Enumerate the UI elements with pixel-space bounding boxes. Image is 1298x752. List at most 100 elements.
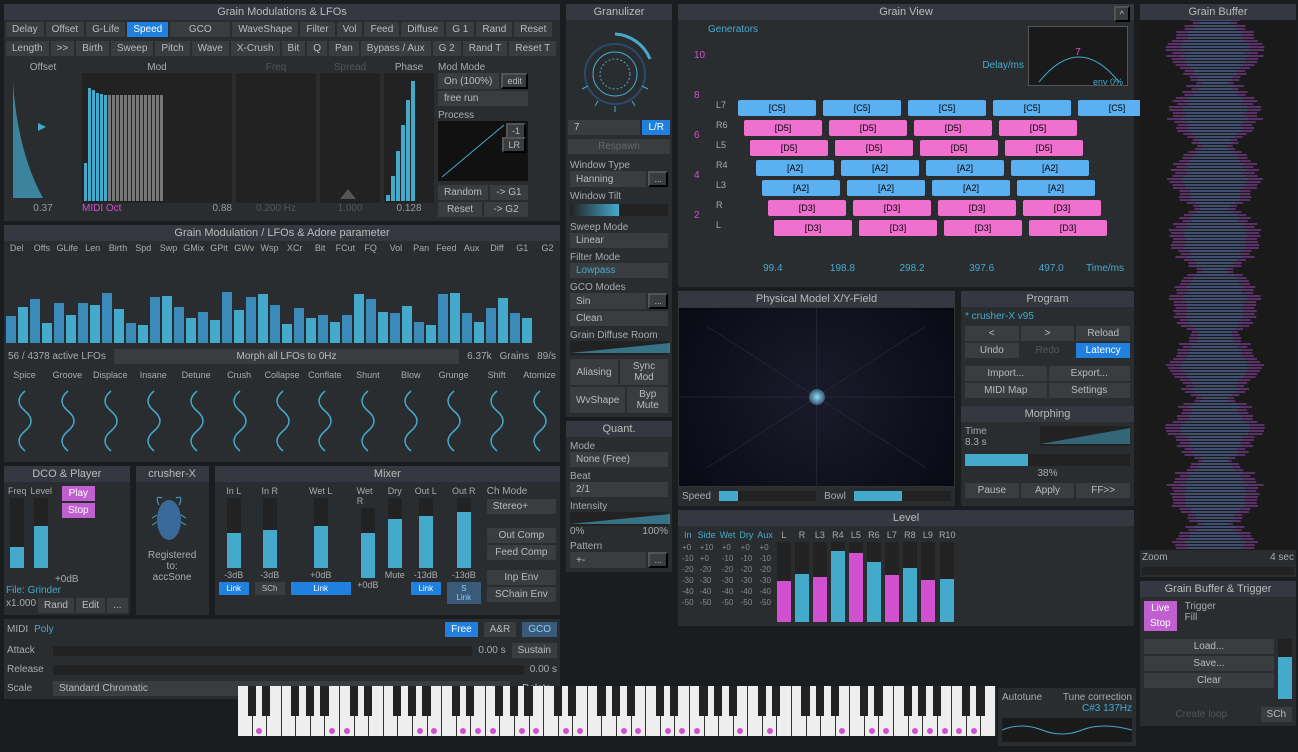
btn-q[interactable]: Q: [307, 41, 327, 56]
zoom-slider[interactable]: [1142, 567, 1294, 575]
speed-slider[interactable]: [719, 491, 816, 501]
grain-block[interactable]: [C5]: [738, 100, 816, 116]
btn-tog2[interactable]: -> G2: [484, 202, 528, 217]
preset-name[interactable]: * crusher-X v95: [965, 311, 1130, 322]
grain-block[interactable]: [D3]: [938, 200, 1016, 216]
aliasing-btn[interactable]: Aliasing: [570, 359, 618, 385]
btn-rand[interactable]: Rand: [476, 22, 512, 37]
grain-block[interactable]: [D5]: [1005, 140, 1083, 156]
dco-level-fader[interactable]: [34, 498, 48, 568]
create-loop[interactable]: Create loop: [1144, 707, 1259, 722]
btn-g2[interactable]: G 2: [433, 41, 461, 56]
sustain-btn[interactable]: Sustain: [512, 643, 557, 658]
offset-control[interactable]: Offset 0.37: [8, 62, 78, 217]
btn-delay[interactable]: Delay: [6, 22, 44, 37]
btn-wave[interactable]: Wave: [192, 41, 229, 56]
dco-edit[interactable]: Edit: [76, 598, 105, 613]
filter-lowpass[interactable]: Lowpass: [570, 263, 668, 278]
btn-sweep[interactable]: Sweep: [111, 41, 154, 56]
window-more[interactable]: ...: [648, 171, 668, 187]
phase-control[interactable]: Phase 0.128: [384, 62, 434, 217]
out-comp[interactable]: Out Comp: [487, 528, 556, 543]
inp-env[interactable]: Inp Env: [487, 570, 556, 585]
grain-block[interactable]: [A2]: [932, 180, 1010, 196]
btn-reset[interactable]: Reset: [514, 22, 552, 37]
btn-tog1[interactable]: -> G1: [490, 185, 528, 200]
prog-import[interactable]: Import...: [965, 366, 1047, 381]
attack-slider[interactable]: [53, 646, 472, 656]
mixer-fader-0[interactable]: [227, 498, 241, 568]
xy-field[interactable]: [678, 307, 955, 487]
morph-ff[interactable]: FF>>: [1076, 483, 1130, 498]
morph-btn[interactable]: Morph all LFOs to 0Hz: [114, 349, 459, 364]
midi-gco[interactable]: GCO: [522, 622, 557, 637]
btn-vol[interactable]: Vol: [337, 22, 363, 37]
grain-block[interactable]: [A2]: [926, 160, 1004, 176]
trig-save[interactable]: Save...: [1144, 656, 1274, 671]
prog-next[interactable]: >: [1021, 326, 1075, 341]
quant-pattern[interactable]: +-: [570, 552, 646, 568]
btn-reset2[interactable]: Reset: [438, 202, 482, 217]
grain-block[interactable]: [D5]: [835, 140, 913, 156]
grain-block[interactable]: [C5]: [993, 100, 1071, 116]
btn-pitch[interactable]: Pitch: [155, 41, 189, 56]
mixer-fader-4[interactable]: [388, 498, 402, 568]
prog-undo[interactable]: Undo: [965, 343, 1019, 358]
prog-reload[interactable]: Reload: [1076, 326, 1130, 341]
btn-waveshape[interactable]: WaveShape: [232, 22, 298, 37]
sweep-linear[interactable]: Linear: [570, 233, 668, 248]
grain-block[interactable]: [D3]: [1029, 220, 1107, 236]
process-graph[interactable]: -1 LR: [438, 121, 528, 181]
prog-latency[interactable]: Latency: [1076, 343, 1130, 358]
btn-random[interactable]: Random: [438, 185, 488, 200]
dco-rand[interactable]: Rand: [38, 598, 74, 613]
diffuse-slider[interactable]: [570, 341, 668, 355]
prog-export[interactable]: Export...: [1049, 366, 1131, 381]
mod-edit[interactable]: edit: [501, 73, 528, 89]
btn-resett[interactable]: Reset T: [509, 41, 556, 56]
quant-beat[interactable]: 2/1: [570, 482, 668, 497]
btn-offset[interactable]: Offset: [46, 22, 85, 37]
midi-ar[interactable]: A&R: [484, 622, 517, 637]
xy-dot[interactable]: [809, 389, 825, 405]
grain-block[interactable]: [D5]: [920, 140, 998, 156]
quant-mode[interactable]: None (Free): [570, 452, 668, 467]
mod-control[interactable]: Mod MIDI Oct 0.88: [82, 62, 232, 217]
grain-block[interactable]: [D5]: [750, 140, 828, 156]
morph-time-slider[interactable]: [1040, 426, 1130, 446]
feed-comp[interactable]: Feed Comp: [487, 545, 556, 560]
btn-speed[interactable]: Speed: [127, 22, 168, 37]
grain-block[interactable]: [D5]: [999, 120, 1077, 136]
btn-next[interactable]: >>: [51, 41, 75, 56]
grain-block[interactable]: [C5]: [823, 100, 901, 116]
wvshape-btn[interactable]: WvShape: [570, 387, 625, 413]
grain-block[interactable]: [D3]: [944, 220, 1022, 236]
grain-block[interactable]: [A2]: [1017, 180, 1095, 196]
grain-block[interactable]: [A2]: [756, 160, 834, 176]
grain-block[interactable]: [D5]: [914, 120, 992, 136]
btn-pan[interactable]: Pan: [329, 41, 359, 56]
grain-block[interactable]: [D5]: [829, 120, 907, 136]
midi-free[interactable]: Free: [445, 622, 478, 637]
grain-block[interactable]: [A2]: [1011, 160, 1089, 176]
gran-7[interactable]: 7: [568, 120, 640, 135]
trig-live[interactable]: Live: [1144, 601, 1177, 616]
prog-prev[interactable]: <: [965, 326, 1019, 341]
grain-block[interactable]: [C5]: [908, 100, 986, 116]
grain-block[interactable]: [D5]: [744, 120, 822, 136]
dco-play[interactable]: Play: [62, 486, 95, 501]
release-slider[interactable]: [53, 665, 524, 675]
trig-load[interactable]: Load...: [1144, 639, 1274, 654]
btn-randt[interactable]: Rand T: [463, 41, 508, 56]
gco-clean[interactable]: Clean: [570, 311, 668, 326]
mixer-fader-1[interactable]: [263, 498, 277, 568]
btn-diffuse[interactable]: Diffuse: [401, 22, 444, 37]
mixer-fader-3[interactable]: [361, 508, 375, 578]
trig-sch[interactable]: SCh: [1261, 707, 1292, 722]
grain-block[interactable]: [A2]: [841, 160, 919, 176]
btn-length[interactable]: Length: [6, 41, 49, 56]
grain-block[interactable]: [D3]: [853, 200, 931, 216]
grain-block[interactable]: [D3]: [768, 200, 846, 216]
grain-view-area[interactable]: Generators Delay/ms 7 env 0% 10 8 6 4 2: [678, 20, 1134, 280]
grain-block[interactable]: [D3]: [774, 220, 852, 236]
